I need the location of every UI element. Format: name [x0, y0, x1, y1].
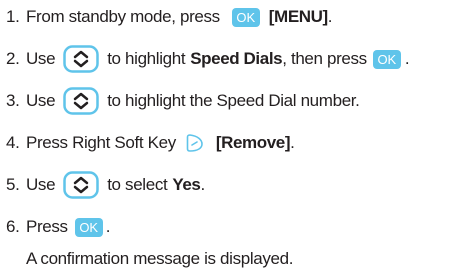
step-3: 3. Use to highlight the Speed Dial numbe…: [6, 86, 360, 116]
step-number: 5.: [6, 175, 20, 194]
step-text: , then press: [282, 49, 367, 68]
step-text: .: [105, 217, 111, 236]
right-soft-key-icon: [186, 134, 203, 152]
ok-key-icon: OK: [74, 217, 103, 237]
step-number: 1.: [6, 7, 20, 26]
menu-label: [MENU]: [268, 7, 328, 26]
step-text: Press Right Soft Key: [26, 133, 176, 152]
confirmation-note: A confirmation message is displayed.: [26, 249, 294, 268]
instruction-page: 1. From standby mode, press OK [MENU] . …: [0, 0, 466, 276]
step-number: 3.: [6, 91, 20, 110]
remove-label: [Remove]: [215, 133, 291, 152]
step-2: 2. Use to highlight Speed Dials , then p…: [6, 44, 410, 74]
navigation-key-icon: [63, 171, 99, 199]
ok-key-icon: OK: [372, 49, 401, 69]
navigation-key-icon: [63, 87, 99, 115]
step-text: From standby mode, press: [26, 7, 220, 26]
step-text: to highlight the Speed Dial number.: [107, 91, 360, 110]
step-text: .: [200, 175, 205, 194]
step-text: Use: [26, 91, 56, 110]
step-text: Use: [26, 175, 56, 194]
speed-dials-label: Speed Dials: [190, 49, 283, 68]
step-text: to highlight: [107, 49, 186, 68]
step-5: 5. Use to select Yes .: [6, 170, 205, 200]
step-number: 4.: [6, 133, 20, 152]
step-text: .: [290, 133, 295, 152]
step-text: .: [404, 49, 410, 68]
step-number: 2.: [6, 49, 20, 68]
step-6: 6. Press OK .: [6, 212, 110, 242]
step-1: 1. From standby mode, press OK [MENU] .: [6, 2, 333, 32]
step-text: Press: [26, 217, 68, 236]
navigation-key-icon: [63, 45, 99, 73]
yes-label: Yes: [172, 175, 201, 194]
step-text: to select: [107, 175, 168, 194]
step-text: Use: [26, 49, 56, 68]
step-number: 6.: [6, 217, 20, 236]
step-4: 4. Press Right Soft Key [Remove] .: [6, 128, 295, 158]
ok-key-icon: OK: [231, 7, 260, 27]
step-text: .: [327, 7, 333, 26]
